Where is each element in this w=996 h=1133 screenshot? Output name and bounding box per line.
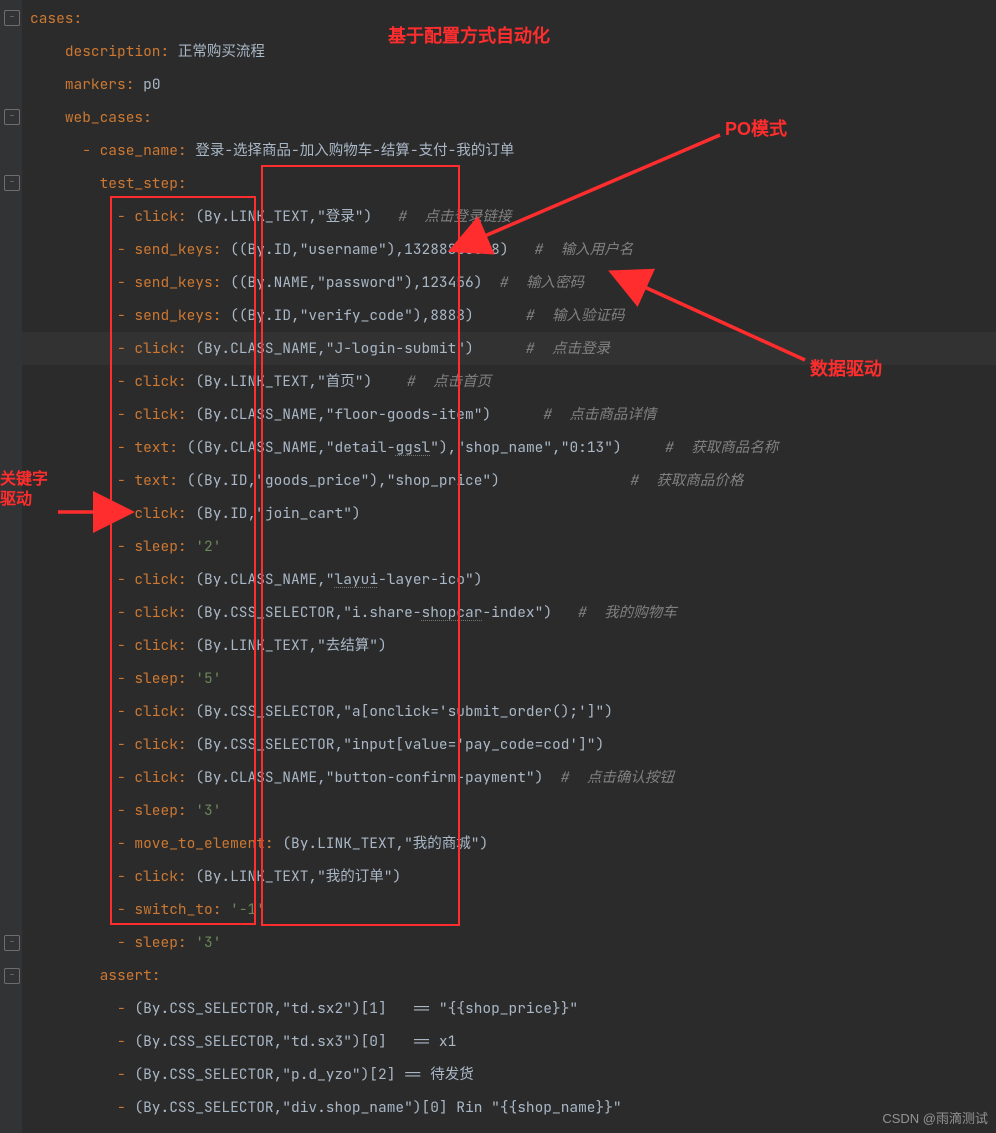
code-line: - click: (By.LINK_TEXT,"我的订单") — [22, 860, 996, 893]
fold-icon: − — [4, 109, 20, 125]
fold-icon: − — [4, 10, 20, 26]
code-line: - sleep: '2' — [22, 530, 996, 563]
code-line: - click: (By.LINK_TEXT,"去结算") — [22, 629, 996, 662]
code-line: - text: ((By.CLASS_NAME,"detail-ggsl"),"… — [22, 431, 996, 464]
code-line: - click: (By.LINK_TEXT,"登录") # 点击登录链接 — [22, 200, 996, 233]
code-line: - click: (By.CLASS_NAME,"floor-goods-ite… — [22, 398, 996, 431]
code-line: test_step: — [22, 167, 996, 200]
code-line: - send_keys: ((By.ID,"verify_code"),8888… — [22, 299, 996, 332]
code-line: description: 正常购买流程 — [22, 35, 996, 68]
code-line: markers: p0 — [22, 68, 996, 101]
fold-icon: − — [4, 935, 20, 951]
code-line: - send_keys: ((By.ID,"username"),1328888… — [22, 233, 996, 266]
code-line: - click: (By.CLASS_NAME,"button-confirm-… — [22, 761, 996, 794]
fold-icon: − — [4, 175, 20, 191]
code-line: - (By.CSS_SELECTOR,"td.sx2")[1] == "{{sh… — [22, 992, 996, 1025]
code-line: web_cases: — [22, 101, 996, 134]
code-line: - click: (By.LINK_TEXT,"首页") # 点击首页 — [22, 365, 996, 398]
code-line: - text: ((By.ID,"goods_price"),"shop_pri… — [22, 464, 996, 497]
watermark: CSDN @雨滴测试 — [882, 1108, 988, 1127]
code-line: - (By.CSS_SELECTOR,"td.sx3")[0] == x1 — [22, 1025, 996, 1058]
code-line: assert: — [22, 959, 996, 992]
code-line: - click: (By.CSS_SELECTOR,"i.share-shopc… — [22, 596, 996, 629]
code-line: - sleep: '3' — [22, 794, 996, 827]
code-line: - (By.CSS_SELECTOR,"div.shop_name")[0] R… — [22, 1091, 996, 1124]
editor-gutter: − − − − − — [0, 0, 23, 1133]
code-line: - (By.CSS_SELECTOR,"p.d_yzo")[2] == 待发货 — [22, 1058, 996, 1091]
fold-icon: − — [4, 968, 20, 984]
code-line: - sleep: '5' — [22, 662, 996, 695]
code-line: - click: (By.ID,"join_cart") — [22, 497, 996, 530]
code-line: - switch_to: '-1' — [22, 893, 996, 926]
code-line: - move_to_element: (By.LINK_TEXT,"我的商城") — [22, 827, 996, 860]
code-line: - click: (By.CLASS_NAME,"J-login-submit"… — [22, 332, 996, 365]
code-line: - sleep: '3' — [22, 926, 996, 959]
code-editor: cases: description: 正常购买流程 markers: p0 w… — [22, 0, 996, 1124]
code-line: - send_keys: ((By.NAME,"password"),12345… — [22, 266, 996, 299]
code-line: - click: (By.CLASS_NAME,"layui-layer-ico… — [22, 563, 996, 596]
code-line: - click: (By.CSS_SELECTOR,"input[value='… — [22, 728, 996, 761]
code-line: - case_name: 登录-选择商品-加入购物车-结算-支付-我的订单 — [22, 134, 996, 167]
code-line: - click: (By.CSS_SELECTOR,"a[onclick='su… — [22, 695, 996, 728]
code-line: cases: — [22, 2, 996, 35]
